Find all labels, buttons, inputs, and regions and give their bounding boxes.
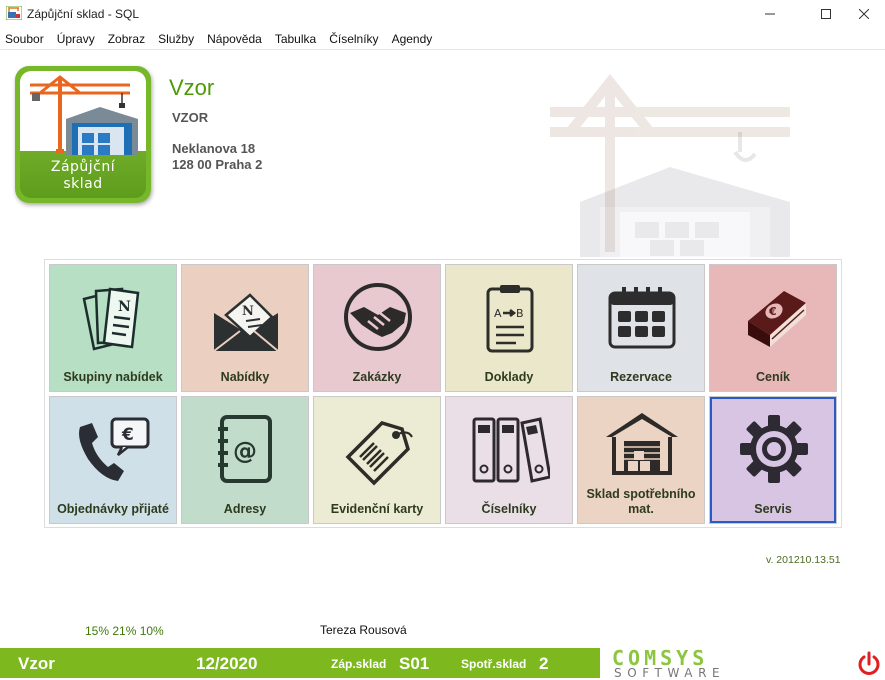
svg-text:@: @ — [233, 437, 257, 465]
maximize-icon — [821, 9, 831, 19]
menu-agendy[interactable]: Agendy — [392, 30, 433, 48]
svg-text:A: A — [494, 307, 502, 320]
app-logo: Zápůjční sklad — [15, 66, 151, 203]
tile-rezervace[interactable]: Rezervace — [577, 264, 705, 392]
tile-evidencni-karty[interactable]: Evidenční karty — [313, 396, 441, 524]
minimize-button[interactable] — [747, 0, 793, 28]
price-book-icon: € — [748, 291, 806, 347]
offer-groups-icon: N — [82, 287, 140, 351]
window-title: Zápůjční sklad - SQL — [27, 7, 140, 21]
handshake-icon — [344, 283, 412, 351]
status-company[interactable]: Vzor — [18, 654, 55, 674]
status-consumable-label: Spotř.sklad — [461, 657, 527, 671]
warehouse-icon — [606, 413, 678, 475]
address-book-icon: @ — [218, 415, 272, 483]
menu-ciselniky[interactable]: Číselníky — [329, 30, 378, 48]
company-street: Neklanova 18 — [172, 141, 256, 156]
tile-label: Sklad spotřebního mat. — [586, 487, 696, 516]
tile-label: Servis — [754, 502, 792, 516]
app-icon — [6, 6, 22, 20]
svg-text:N: N — [118, 299, 131, 315]
svg-text:€: € — [768, 305, 777, 318]
tile-label: Doklady — [484, 370, 534, 384]
tile-skupiny-nabidek[interactable]: N Skupiny nabídek — [49, 264, 177, 392]
title-bar: Zápůjční sklad - SQL — [0, 0, 885, 28]
comsys-logo: COMSYS SOFTWARE — [612, 646, 780, 680]
menu-divider — [0, 49, 885, 50]
company-city: 128 00 Praha 2 — [172, 157, 263, 172]
svg-text:€: € — [121, 425, 134, 445]
menu-zobraz[interactable]: Zobraz — [108, 30, 145, 48]
status-consumable-value[interactable]: 2 — [539, 654, 548, 674]
tile-servis[interactable]: Servis — [709, 396, 837, 524]
calendar-icon — [608, 287, 676, 349]
menu-bar: Soubor Úpravy Zobraz Služby Nápověda Tab… — [0, 30, 885, 48]
tile-cenik[interactable]: € Ceník — [709, 264, 837, 392]
version-label: v. 201210.13.51 — [766, 554, 841, 566]
crane-warehouse-icon — [30, 75, 138, 155]
company-title: Vzor — [169, 75, 215, 100]
svg-text:N: N — [242, 304, 254, 319]
logo-text-line1: Zápůjční — [50, 159, 116, 175]
company-code: VZOR — [172, 110, 209, 125]
barcode-tag-icon — [345, 421, 413, 486]
binders-icon — [472, 417, 550, 483]
document-clipboard-icon: A B — [486, 285, 534, 353]
tile-sklad-spotrebniho-mat[interactable]: Sklad spotřebního mat. — [577, 396, 705, 524]
status-warehouse-label: Záp.sklad — [331, 657, 387, 671]
tile-zakazky[interactable]: Zakázky — [313, 264, 441, 392]
tile-label: Rezervace — [610, 370, 672, 384]
tile-objednavky-prijate[interactable]: € Objednávky přijaté — [49, 396, 177, 524]
tile-label: Objednávky přijaté — [57, 502, 169, 516]
menu-tabulka[interactable]: Tabulka — [275, 30, 316, 48]
phone-euro-icon: € — [79, 417, 150, 481]
crane-watermark-icon — [550, 73, 790, 257]
status-period[interactable]: 12/2020 — [196, 654, 257, 674]
stats-text: 15% 21% 10% — [85, 624, 164, 638]
menu-soubor[interactable]: Soubor — [5, 30, 44, 48]
module-grid: N Skupiny nabídek N Nabídky Zakázky A B … — [44, 259, 842, 528]
logo-text: Zápůjční sklad — [20, 159, 146, 193]
close-icon — [859, 9, 869, 19]
app-window: Zápůjční sklad - SQL Soubor Úpravy Zobra… — [0, 0, 885, 680]
tile-label: Zakázky — [352, 370, 402, 384]
tile-label: Evidenční karty — [330, 502, 424, 516]
tile-nabidky[interactable]: N Nabídky — [181, 264, 309, 392]
close-button[interactable] — [841, 0, 885, 28]
tile-ciselniky[interactable]: Číselníky — [445, 396, 573, 524]
gear-icon — [740, 415, 808, 483]
tile-label: Adresy — [223, 502, 267, 516]
menu-napoveda[interactable]: Nápověda — [207, 30, 262, 48]
menu-upravy[interactable]: Úpravy — [57, 30, 95, 48]
tile-adresy[interactable]: @ Adresy — [181, 396, 309, 524]
user-name: Tereza Rousová — [320, 623, 407, 637]
logo-text-line2: sklad — [63, 176, 103, 192]
tile-doklady[interactable]: A B Doklady — [445, 264, 573, 392]
comsys-logo-bottom: SOFTWARE — [614, 666, 726, 680]
tile-label: Nabídky — [220, 370, 270, 384]
svg-text:B: B — [516, 307, 524, 320]
minimize-icon — [765, 13, 775, 15]
menu-sluzby[interactable]: Služby — [158, 30, 194, 48]
status-warehouse-value[interactable]: S01 — [399, 654, 429, 674]
tile-label: Číselníky — [481, 502, 537, 516]
tile-label: Skupiny nabídek — [63, 370, 163, 384]
tile-label: Ceník — [755, 370, 791, 384]
power-icon[interactable] — [856, 651, 882, 677]
offer-envelope-icon: N — [213, 293, 279, 352]
logo-tile: Zápůjční sklad — [20, 71, 146, 198]
